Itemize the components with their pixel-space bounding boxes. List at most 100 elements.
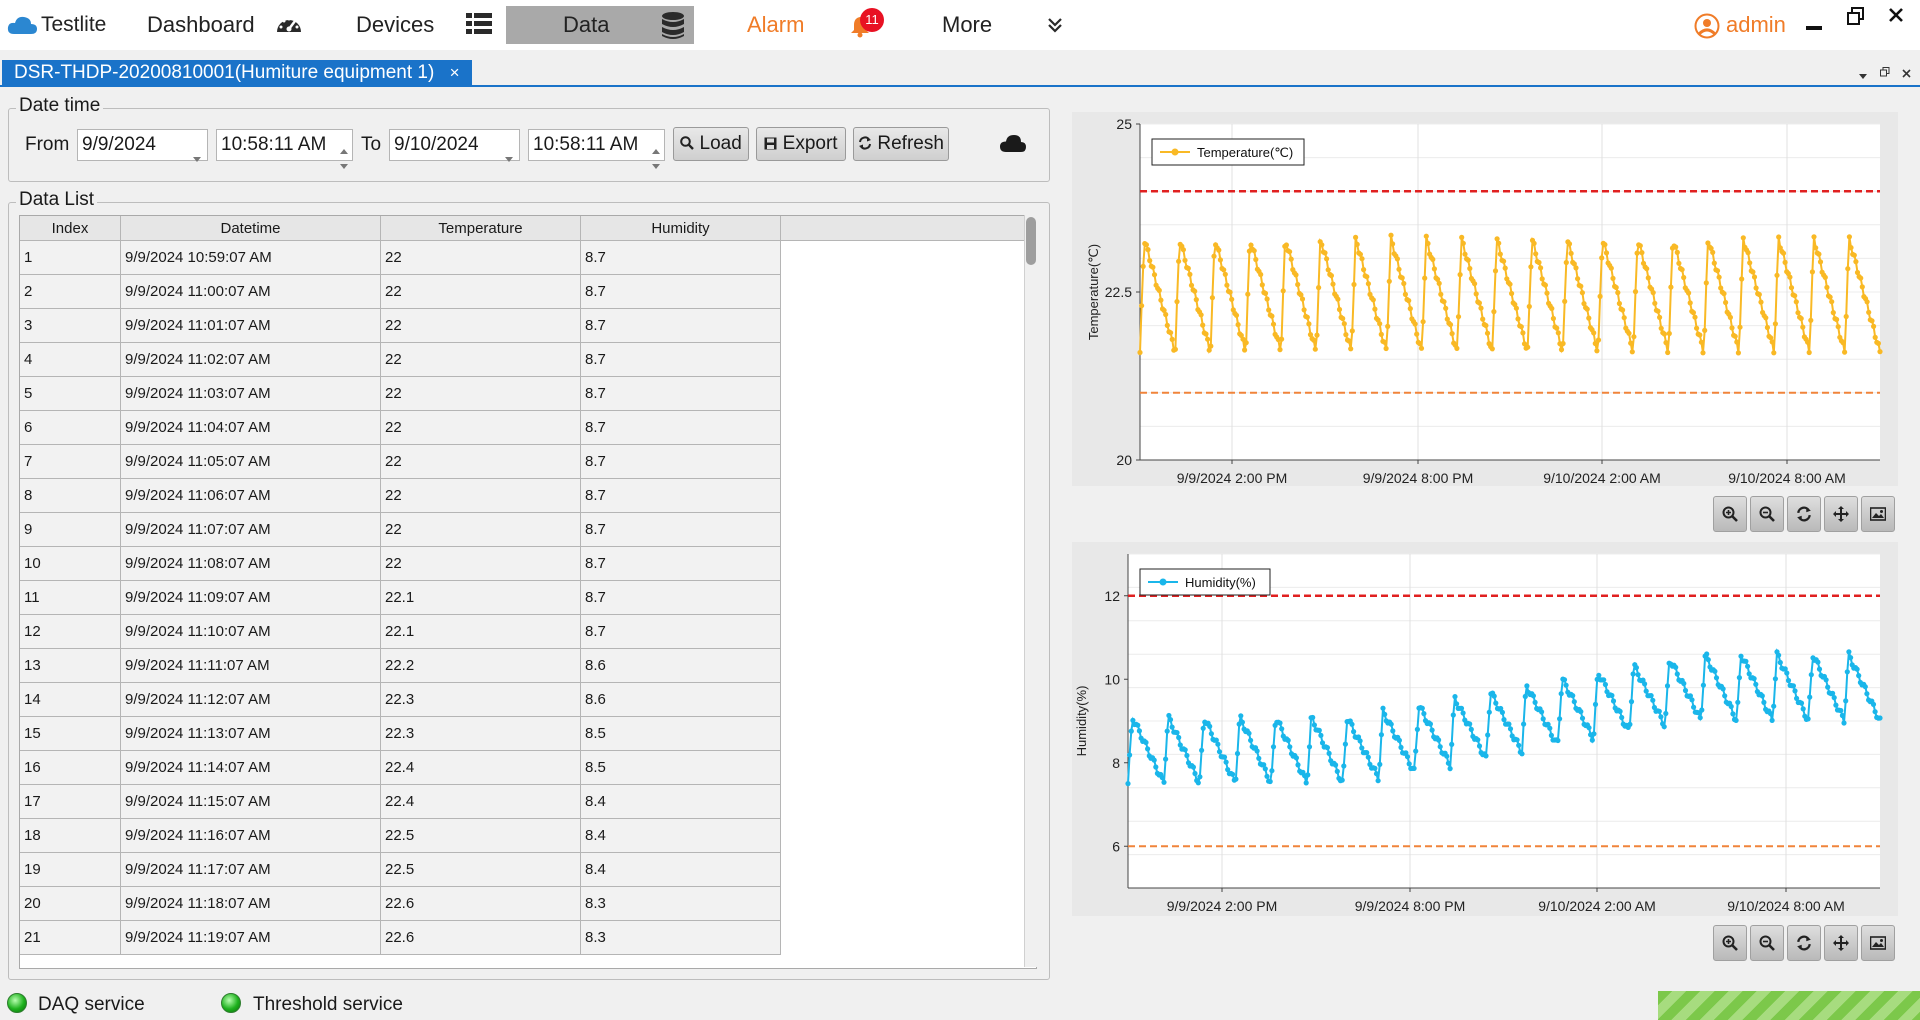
data-point <box>1674 249 1680 255</box>
cell-temperature: 22.1 <box>381 615 581 649</box>
scrollbar-thumb[interactable] <box>1026 217 1036 265</box>
table-row[interactable]: 21 9/9/2024 11:19:07 AM 22.6 8.3 <box>20 921 781 955</box>
tab-close-all-icon[interactable] <box>1902 65 1911 83</box>
column-header-humidity[interactable]: Humidity <box>581 216 781 241</box>
minimize-icon[interactable] <box>1806 18 1822 36</box>
column-header-temperature[interactable]: Temperature <box>381 216 581 241</box>
data-point <box>1407 306 1413 312</box>
data-point <box>1835 324 1841 330</box>
data-point <box>1388 232 1394 238</box>
nav-devices[interactable]: Devices <box>356 0 434 44</box>
tab-menu-icon[interactable] <box>1859 67 1867 85</box>
temp-reset-button[interactable] <box>1787 496 1821 532</box>
column-header-index[interactable]: Index <box>20 216 121 241</box>
table-row[interactable]: 1 9/9/2024 10:59:07 AM 22 8.7 <box>20 241 781 275</box>
data-point <box>1788 285 1795 291</box>
table-row[interactable]: 9 9/9/2024 11:07:07 AM 22 8.7 <box>20 513 781 547</box>
from-date-picker[interactable]: 9/9/2024 <box>77 129 208 162</box>
data-point <box>1532 699 1538 705</box>
table-row[interactable]: 2 9/9/2024 11:00:07 AM 22 8.7 <box>20 275 781 309</box>
user-name[interactable]: admin <box>1726 0 1786 44</box>
cell-datetime: 9/9/2024 11:00:07 AM <box>121 275 381 309</box>
humidity-chart[interactable]: 12 10 8 6 9/9/2024 2:00 PM 9/9/2024 8:00 PM 9/… <box>1072 542 1898 916</box>
table-row[interactable]: 19 9/9/2024 11:17:07 AM 22.5 8.4 <box>20 853 781 887</box>
data-point <box>1602 681 1608 688</box>
table-row[interactable]: 17 9/9/2024 11:15:07 AM 22.4 8.4 <box>20 785 781 819</box>
hum-zoom-out-button[interactable] <box>1750 925 1784 961</box>
temperature-chart[interactable]: 25 22.5 20 9/9/2024 2:00 PM 9/9/2024 8:00 PM… <box>1072 112 1898 486</box>
spin-down-icon[interactable] <box>652 149 660 179</box>
chevron-down-icon[interactable] <box>193 142 201 172</box>
table-row[interactable]: 7 9/9/2024 11:05:07 AM 22 8.7 <box>20 445 781 479</box>
data-point <box>1266 307 1272 313</box>
data-table[interactable]: Index Datetime Temperature Humidity 1 9/9… <box>19 215 1037 969</box>
table-row[interactable]: 8 9/9/2024 11:06:07 AM 22 8.7 <box>20 479 781 513</box>
temp-zoom-in-button[interactable] <box>1713 496 1747 532</box>
nav-dashboard[interactable]: Dashboard <box>147 0 255 44</box>
cell-index: 12 <box>20 615 121 649</box>
data-point <box>1555 330 1561 336</box>
data-point <box>1806 349 1812 356</box>
data-point <box>1563 682 1569 688</box>
data-point <box>1591 731 1597 737</box>
tab-float-icon[interactable] <box>1880 64 1890 82</box>
data-point <box>1842 349 1848 355</box>
close-window-icon[interactable] <box>1889 8 1903 27</box>
temp-save-image-button[interactable] <box>1861 496 1895 532</box>
table-row[interactable]: 13 9/9/2024 11:11:07 AM 22.2 8.6 <box>20 649 781 683</box>
temp-zoom-out-button[interactable] <box>1750 496 1784 532</box>
chevron-double-down-icon[interactable] <box>1047 17 1063 38</box>
data-point <box>1139 303 1145 309</box>
data-point <box>1224 282 1230 288</box>
table-row[interactable]: 10 9/9/2024 11:08:07 AM 22 8.7 <box>20 547 781 581</box>
nav-alarm[interactable]: Alarm <box>747 0 804 44</box>
hum-reset-button[interactable] <box>1787 925 1821 961</box>
document-tab-close-icon[interactable]: × <box>450 63 460 82</box>
hum-pan-button[interactable] <box>1824 925 1858 961</box>
table-row[interactable]: 3 9/9/2024 11:01:07 AM 22 8.7 <box>20 309 781 343</box>
table-row[interactable]: 4 9/9/2024 11:02:07 AM 22 8.7 <box>20 343 781 377</box>
table-row[interactable]: 14 9/9/2024 11:12:07 AM 22.3 8.6 <box>20 683 781 717</box>
table-row[interactable]: 12 9/9/2024 11:10:07 AM 22.1 8.7 <box>20 615 781 649</box>
data-point <box>1221 754 1228 760</box>
from-time-spinner[interactable]: 10:58:11 AM <box>216 129 353 169</box>
document-tab[interactable]: DSR-THDP-20200810001(Humiture equipment … <box>2 60 472 85</box>
cell-humidity: 8.7 <box>581 411 781 445</box>
data-point <box>1348 346 1354 352</box>
cloud-icon[interactable] <box>999 133 1027 158</box>
hum-save-image-button[interactable] <box>1861 925 1895 961</box>
to-date-picker[interactable]: 9/10/2024 <box>389 129 520 162</box>
load-button[interactable]: Load <box>673 127 749 161</box>
hum-zoom-in-button[interactable] <box>1713 925 1747 961</box>
data-point <box>1169 336 1175 342</box>
restore-icon[interactable] <box>1847 7 1865 30</box>
table-row[interactable]: 18 9/9/2024 11:16:07 AM 22.5 8.4 <box>20 819 781 853</box>
load-label: Load <box>699 133 742 154</box>
table-row[interactable]: 11 9/9/2024 11:09:07 AM 22.1 8.7 <box>20 581 781 615</box>
data-point <box>1427 721 1433 727</box>
cell-humidity: 8.7 <box>581 343 781 377</box>
table-scrollbar[interactable] <box>1024 215 1037 967</box>
spin-down-icon[interactable] <box>340 149 348 179</box>
threshold-service-label: Threshold service <box>253 994 403 1015</box>
table-row[interactable]: 5 9/9/2024 11:03:07 AM 22 8.7 <box>20 377 781 411</box>
refresh-button[interactable]: Refresh <box>853 127 949 161</box>
cell-temperature: 22 <box>381 275 581 309</box>
list-icon[interactable] <box>466 13 492 40</box>
table-row[interactable]: 16 9/9/2024 11:14:07 AM 22.4 8.5 <box>20 751 781 785</box>
export-button[interactable]: Export <box>756 127 846 161</box>
column-header-datetime[interactable]: Datetime <box>121 216 381 241</box>
data-point <box>1616 300 1622 307</box>
nav-more[interactable]: More <box>942 0 992 44</box>
table-row[interactable]: 6 9/9/2024 11:04:07 AM 22 8.7 <box>20 411 781 445</box>
to-time-spinner[interactable]: 10:58:11 AM <box>528 129 665 169</box>
x-tick-label: 9/10/2024 8:00 AM <box>1727 898 1845 914</box>
user-icon[interactable] <box>1694 13 1720 44</box>
table-row[interactable]: 20 9/9/2024 11:18:07 AM 22.6 8.3 <box>20 887 781 921</box>
nav-data-tab[interactable]: Data <box>506 6 694 44</box>
data-point <box>1856 673 1862 679</box>
speedometer-icon[interactable] <box>275 12 303 43</box>
table-row[interactable]: 15 9/9/2024 11:13:07 AM 22.3 8.5 <box>20 717 781 751</box>
chevron-down-icon[interactable] <box>505 142 513 172</box>
temp-pan-button[interactable] <box>1824 496 1858 532</box>
